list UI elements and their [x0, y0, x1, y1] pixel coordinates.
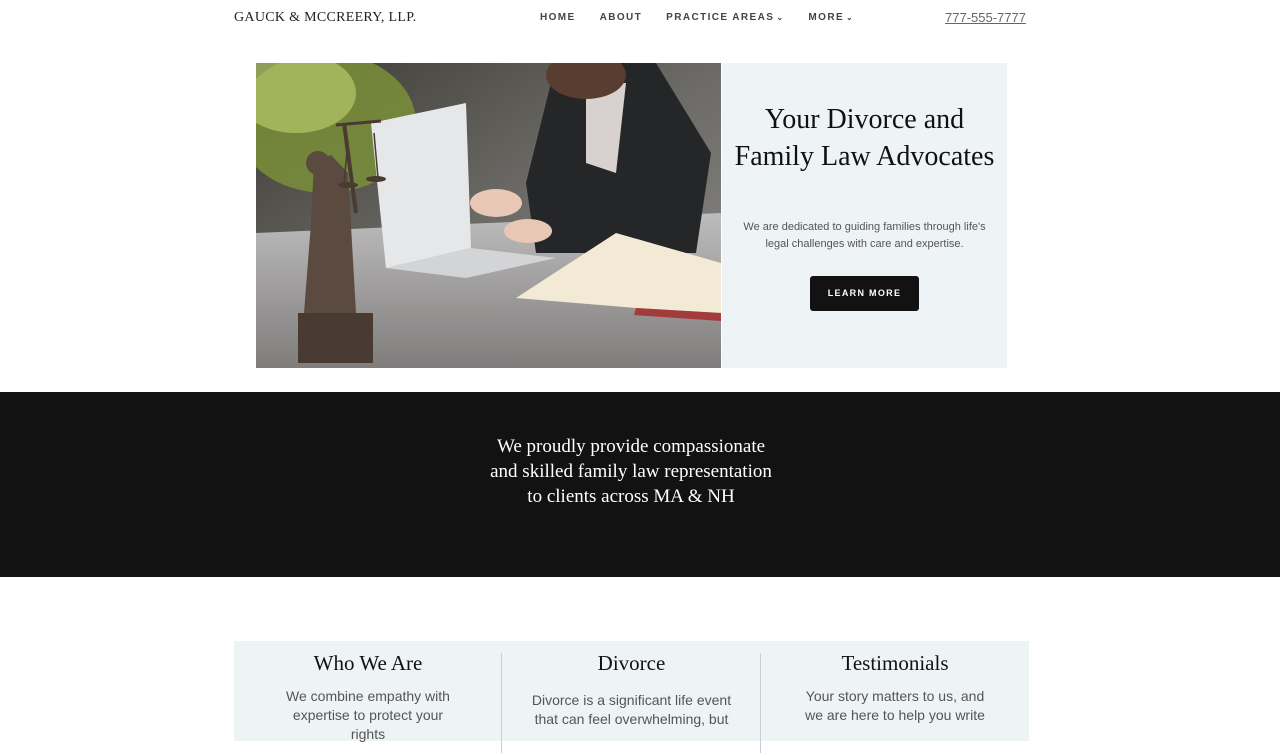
- phone-link[interactable]: 777-555-7777: [945, 10, 1026, 25]
- site-logo[interactable]: GAUCK & MCCREERY, LLP.: [234, 10, 417, 26]
- nav-practice-areas-label: PRACTICE AREAS: [666, 12, 775, 23]
- nav-more[interactable]: MORE ⌄: [808, 12, 854, 23]
- nav-more-label: MORE: [808, 12, 845, 23]
- card-title: Testimonials: [841, 651, 949, 675]
- chevron-down-icon: ⌄: [776, 13, 785, 22]
- main-menu: HOME ABOUT PRACTICE AREAS ⌄ MORE ⌄: [540, 12, 878, 23]
- card-text: Your story matters to us, and we are her…: [805, 688, 985, 723]
- card-text: Divorce is a significant life event that…: [531, 692, 732, 727]
- hero-image: [256, 63, 721, 368]
- nav-about-label: ABOUT: [599, 12, 643, 23]
- card-title: Divorce: [597, 651, 666, 675]
- nav-about[interactable]: ABOUT: [600, 12, 643, 23]
- hero-subtitle: We are dedicated to guiding families thr…: [743, 221, 986, 250]
- card-divorce[interactable]: Divorce Divorce is a significant life ev…: [502, 641, 761, 741]
- mission-statement: We proudly provide compassionate and ski…: [490, 436, 772, 507]
- nav-home-label: HOME: [540, 12, 576, 23]
- hero-text-panel: Your Divorce and Family Law Advocates We…: [722, 63, 1007, 368]
- feature-cards: Who We Are We combine empathy with exper…: [234, 641, 1029, 753]
- hero-title: Your Divorce and Family Law Advocates: [734, 104, 995, 172]
- top-navigation: GAUCK & MCCREERY, LLP. HOME ABOUT PRACTI…: [0, 0, 1280, 36]
- card-text: We combine empathy with expertise to pro…: [286, 688, 450, 742]
- hero-section: Your Divorce and Family Law Advocates We…: [256, 63, 1007, 368]
- learn-more-button[interactable]: LEARN MORE: [810, 276, 919, 311]
- nav-home[interactable]: HOME: [540, 12, 576, 23]
- chevron-down-icon: ⌄: [846, 13, 855, 22]
- card-who-we-are[interactable]: Who We Are We combine empathy with exper…: [234, 641, 502, 742]
- card-testimonials[interactable]: Testimonials Your story matters to us, a…: [761, 641, 1029, 741]
- mission-band: We proudly provide compassionate and ski…: [0, 392, 1280, 577]
- hero-photo-illustration: [256, 63, 721, 368]
- card-title: Who We Are: [313, 651, 423, 675]
- nav-practice-areas[interactable]: PRACTICE AREAS ⌄: [666, 12, 784, 23]
